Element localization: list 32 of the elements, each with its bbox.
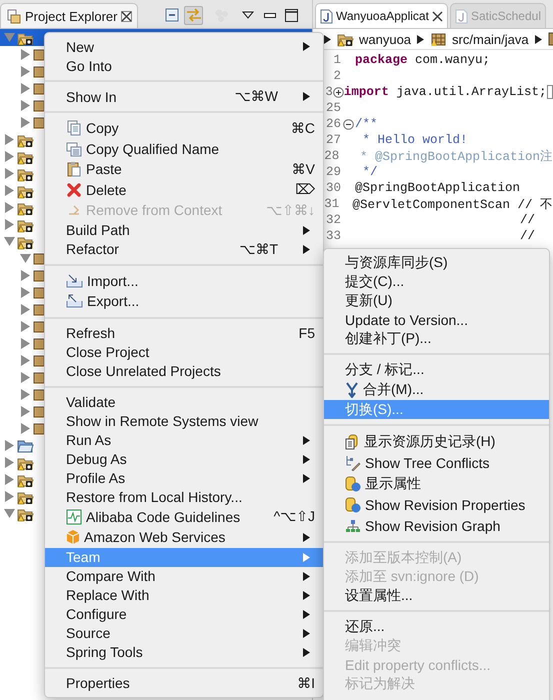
shortcut-text: ⌘I xyxy=(297,674,315,692)
shortcut-text: ⌘C xyxy=(290,120,315,137)
line-number: 26 xyxy=(324,117,341,131)
line-number: 33 xyxy=(324,229,341,243)
line-number: 25 xyxy=(324,101,341,115)
line-number: 2 xyxy=(332,69,341,83)
line-number: 3 xyxy=(324,85,333,99)
code-line: // xyxy=(519,213,536,227)
line-number: 1 xyxy=(332,53,341,67)
line-number: 27 xyxy=(324,133,341,147)
view-title: Project Explorer xyxy=(25,8,118,24)
line-number: 28 xyxy=(323,149,340,163)
shortcut-text: ^⌥⇧J xyxy=(274,508,315,526)
shortcut-text: ⌥⌘W xyxy=(234,88,278,105)
shortcut-text: ⌥⇧⌘↓ xyxy=(266,202,315,219)
code-line: * @SpringBootApplication注 xyxy=(358,148,553,164)
line-number: 32 xyxy=(324,213,341,227)
shortcut-text: ⌥⌘T xyxy=(239,240,278,258)
code-line: package com.wanyu; xyxy=(355,53,490,67)
code-line: @ServletComponentScan // 不 xyxy=(352,196,553,212)
code-line: */ xyxy=(362,165,378,179)
code-line: // xyxy=(519,229,536,243)
code-line: import java.util.ArrayList; xyxy=(344,85,546,99)
line-number: 29 xyxy=(324,165,341,179)
code-line: @SpringBootApplication xyxy=(355,181,520,195)
code-line: * Hello world! xyxy=(362,133,468,147)
shortcut-text: ⌘V xyxy=(292,160,315,178)
line-number: 31 xyxy=(323,197,340,211)
shortcut-text: ⌦ xyxy=(295,181,315,198)
shortcut-text: F5 xyxy=(298,325,315,341)
code-line: /** xyxy=(355,117,378,131)
line-number: 30 xyxy=(324,181,341,195)
